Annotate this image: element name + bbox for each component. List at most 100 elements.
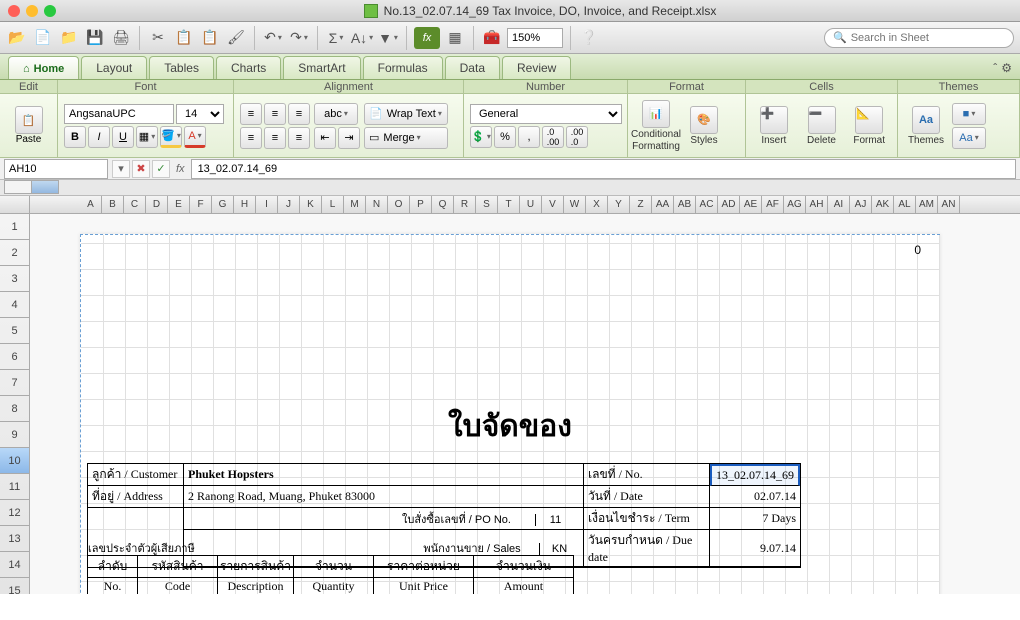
merge-button[interactable]: ▭ Merge: [364, 127, 448, 149]
styles-button[interactable]: 🎨 Styles: [682, 100, 726, 152]
col-header-Z[interactable]: Z: [630, 196, 652, 213]
col-header-AB[interactable]: AB: [674, 196, 696, 213]
copy-icon[interactable]: 📋: [173, 27, 195, 49]
currency-button[interactable]: 💲: [470, 126, 492, 148]
align-center-button[interactable]: ≡: [264, 127, 286, 149]
comma-button[interactable]: ,: [518, 126, 540, 148]
row-header-3[interactable]: 3: [0, 266, 30, 292]
col-header-R[interactable]: R: [454, 196, 476, 213]
print-icon[interactable]: 🖨: [110, 27, 132, 49]
increase-decimal-button[interactable]: .0.00: [542, 126, 564, 148]
format-cells-button[interactable]: 📐Format: [847, 100, 891, 152]
italic-button[interactable]: I: [88, 126, 110, 148]
col-header-Y[interactable]: Y: [608, 196, 630, 213]
page-layout-view-button[interactable]: [31, 180, 59, 194]
row-header-7[interactable]: 7: [0, 370, 30, 396]
col-header-AK[interactable]: AK: [872, 196, 894, 213]
themes-button[interactable]: AaThemes: [904, 100, 948, 152]
bold-button[interactable]: B: [64, 126, 86, 148]
underline-button[interactable]: U: [112, 126, 134, 148]
close-icon[interactable]: [8, 5, 20, 17]
search-input[interactable]: [851, 32, 1005, 44]
row-header-11[interactable]: 11: [0, 474, 30, 500]
col-header-Q[interactable]: Q: [432, 196, 454, 213]
row-header-8[interactable]: 8: [0, 396, 30, 422]
accept-formula-icon[interactable]: ✓: [152, 160, 170, 178]
col-header-J[interactable]: J: [278, 196, 300, 213]
collapse-ribbon-icon[interactable]: ˆ: [993, 61, 997, 75]
gallery-icon[interactable]: ▦: [444, 27, 466, 49]
nav-dropdown-icon[interactable]: ▾: [112, 160, 130, 178]
fill-color-button[interactable]: 🪣: [160, 126, 182, 148]
align-right-button[interactable]: ≡: [288, 127, 310, 149]
col-header-G[interactable]: G: [212, 196, 234, 213]
col-header-H[interactable]: H: [234, 196, 256, 213]
tab-formulas[interactable]: Formulas: [363, 56, 443, 79]
col-header-X[interactable]: X: [586, 196, 608, 213]
col-header-AI[interactable]: AI: [828, 196, 850, 213]
normal-view-button[interactable]: [4, 180, 32, 194]
zoom-icon[interactable]: [44, 5, 56, 17]
tab-tables[interactable]: Tables: [149, 56, 214, 79]
col-header-AA[interactable]: AA: [652, 196, 674, 213]
outdent-button[interactable]: ⇤: [314, 127, 336, 149]
col-header-N[interactable]: N: [366, 196, 388, 213]
row-header-5[interactable]: 5: [0, 318, 30, 344]
col-header-AN[interactable]: AN: [938, 196, 960, 213]
zoom-combo[interactable]: [507, 28, 563, 48]
select-all-corner[interactable]: [0, 196, 30, 213]
col-header-W[interactable]: W: [564, 196, 586, 213]
col-header-AG[interactable]: AG: [784, 196, 806, 213]
col-header-L[interactable]: L: [322, 196, 344, 213]
undo-icon[interactable]: ↶: [262, 27, 284, 49]
theme-fonts-button[interactable]: Aa: [952, 127, 986, 149]
redo-icon[interactable]: ↷: [288, 27, 310, 49]
font-color-button[interactable]: A: [184, 126, 206, 148]
col-header-A[interactable]: A: [80, 196, 102, 213]
col-header-AD[interactable]: AD: [718, 196, 740, 213]
decrease-decimal-button[interactable]: .00.0: [566, 126, 588, 148]
col-header-V[interactable]: V: [542, 196, 564, 213]
col-header-AL[interactable]: AL: [894, 196, 916, 213]
minimize-icon[interactable]: [26, 5, 38, 17]
tab-review[interactable]: Review: [502, 56, 571, 79]
conditional-formatting-button[interactable]: 📊 Conditional Formatting: [634, 100, 678, 152]
delete-cells-button[interactable]: ➖Delete: [800, 100, 844, 152]
row-header-13[interactable]: 13: [0, 526, 30, 552]
align-top-button[interactable]: ≡: [240, 103, 262, 125]
ribbon-settings-icon[interactable]: ⚙: [1001, 61, 1012, 75]
document-canvas[interactable]: 0 ใบจัดของ ลูกค้า / Customer Phuket Hops…: [30, 214, 1020, 594]
format-painter-icon[interactable]: 🖌: [225, 27, 247, 49]
col-header-AM[interactable]: AM: [916, 196, 938, 213]
search-box[interactable]: 🔍: [824, 28, 1014, 48]
col-header-U[interactable]: U: [520, 196, 542, 213]
col-header-I[interactable]: I: [256, 196, 278, 213]
col-header-M[interactable]: M: [344, 196, 366, 213]
row-header-10[interactable]: 10: [0, 448, 30, 474]
col-header-AJ[interactable]: AJ: [850, 196, 872, 213]
save-icon[interactable]: 💾: [84, 27, 106, 49]
tab-home[interactable]: ⌂Home: [8, 56, 79, 79]
align-middle-button[interactable]: ≡: [264, 103, 286, 125]
orientation-button[interactable]: abc: [314, 103, 358, 125]
name-box[interactable]: [4, 159, 108, 179]
font-name-combo[interactable]: [64, 104, 174, 124]
tab-charts[interactable]: Charts: [216, 56, 281, 79]
align-bottom-button[interactable]: ≡: [288, 103, 310, 125]
open2-icon[interactable]: 📁: [58, 27, 80, 49]
col-header-S[interactable]: S: [476, 196, 498, 213]
no-value-selected-cell[interactable]: 13_02.07.14_69: [710, 464, 800, 486]
cut-icon[interactable]: ✂: [147, 27, 169, 49]
paste-icon[interactable]: 📋: [199, 27, 221, 49]
formula-input[interactable]: [191, 159, 1016, 179]
row-header-6[interactable]: 6: [0, 344, 30, 370]
col-header-D[interactable]: D: [146, 196, 168, 213]
filter-icon[interactable]: ▼: [377, 27, 399, 49]
help-icon[interactable]: ❔: [578, 27, 600, 49]
col-header-AH[interactable]: AH: [806, 196, 828, 213]
row-header-9[interactable]: 9: [0, 422, 30, 448]
col-header-E[interactable]: E: [168, 196, 190, 213]
col-header-AC[interactable]: AC: [696, 196, 718, 213]
insert-cells-button[interactable]: ➕Insert: [752, 100, 796, 152]
tab-smartart[interactable]: SmartArt: [283, 56, 360, 79]
